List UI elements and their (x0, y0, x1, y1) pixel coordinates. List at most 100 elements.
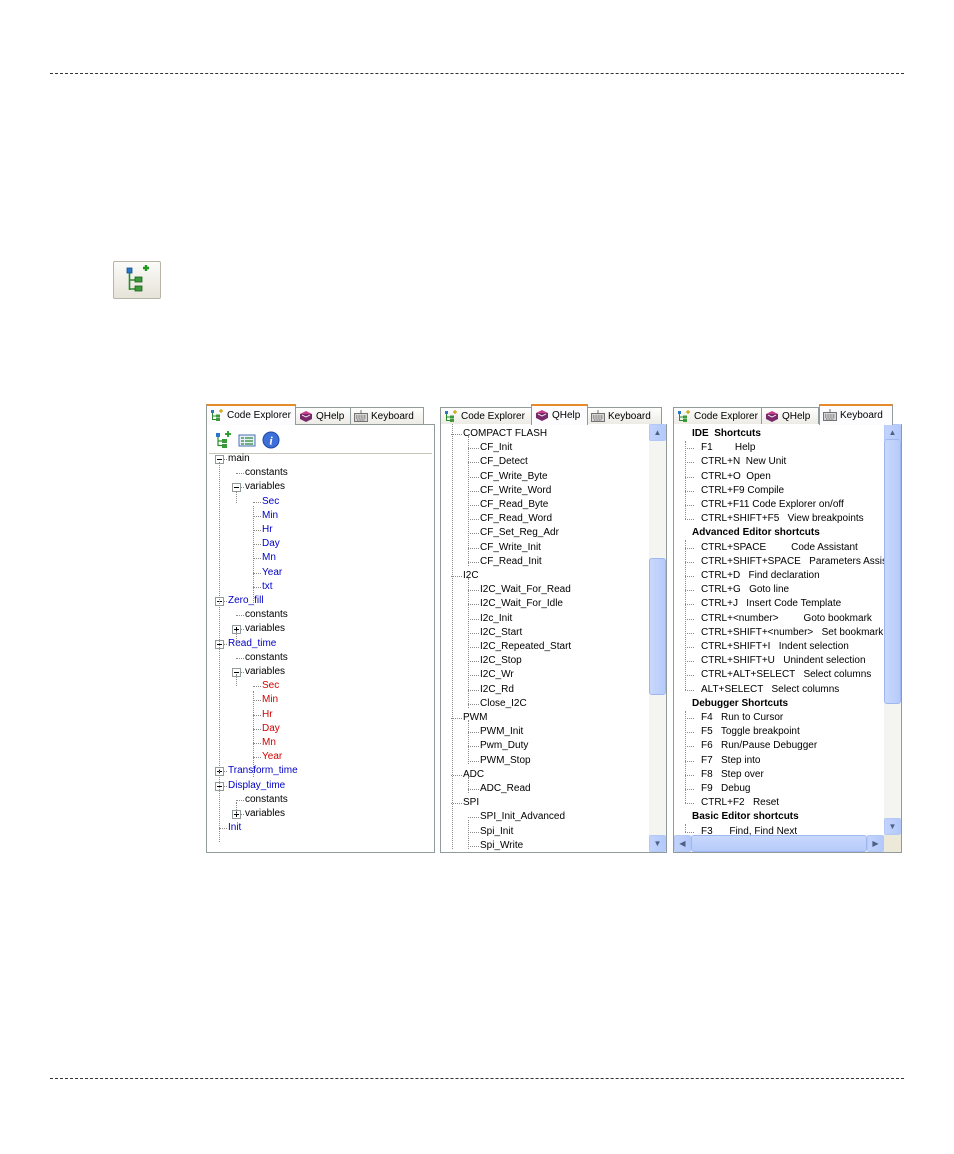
tree-item[interactable]: CF_Init (480, 441, 512, 455)
tree-item[interactable]: CTRL+SHIFT+SPACE Parameters Assistant (701, 555, 901, 569)
tree-item[interactable]: CF_Set_Reg_Adr (480, 526, 559, 540)
tree-node[interactable]: Zero_fill (228, 594, 264, 608)
code-explorer-tool-button[interactable] (113, 261, 161, 299)
tree-item[interactable]: Pwm_Duty (480, 739, 528, 753)
tree-item[interactable]: Year (262, 566, 282, 580)
tree-item[interactable]: CTRL+SHIFT+F5 View breakpoints (701, 512, 864, 526)
tree-item[interactable]: CTRL+F11 Code Explorer on/off (701, 498, 844, 512)
tree-item[interactable]: F9 Debug (701, 782, 750, 796)
collapse-tree-button[interactable] (236, 429, 258, 451)
tree-item[interactable]: I2C_Repeated_Start (480, 640, 571, 654)
tree-item[interactable]: constants (245, 608, 288, 622)
tree-item[interactable]: F7 Step into (701, 754, 760, 768)
tree-item[interactable]: CF_Read_Byte (480, 498, 548, 512)
scroll-thumb[interactable] (649, 558, 666, 695)
tree-item[interactable]: constants (245, 793, 288, 807)
tree-item[interactable]: Day (262, 722, 280, 736)
tree-node[interactable]: Display_time (228, 779, 285, 793)
help-button[interactable]: i (260, 429, 282, 451)
scroll-left-button[interactable]: ◀ (674, 835, 691, 852)
tree-item[interactable]: Close_I2C (480, 697, 527, 711)
tree-item[interactable]: txt (262, 580, 273, 594)
tree-item[interactable]: I2C_Wait_For_Read (480, 583, 571, 597)
tree-item[interactable]: CTRL+SPACE Code Assistant (701, 541, 858, 555)
tree-item[interactable]: CF_Write_Byte (480, 470, 548, 484)
tree-item[interactable]: F5 Toggle breakpoint (701, 725, 800, 739)
tree-item[interactable]: I2c_Init (480, 612, 512, 626)
tree-item[interactable]: Min (262, 509, 278, 523)
tree-item[interactable]: CTRL+J Insert Code Template (701, 597, 841, 611)
tree-node[interactable]: SPI (463, 796, 479, 810)
scroll-up-button[interactable]: ▲ (649, 424, 666, 441)
tab-code-explorer[interactable]: Code Explorer (440, 407, 532, 424)
tree-item[interactable]: I2C_Rd (480, 683, 514, 697)
scroll-down-button[interactable]: ▼ (649, 835, 666, 852)
scroll-thumb[interactable] (691, 835, 867, 852)
tree-node[interactable]: Transform_time (228, 764, 298, 778)
tree-item[interactable]: CTRL+F2 Reset (701, 796, 779, 810)
tab-qhelp[interactable]: QHelp (531, 404, 588, 425)
tree-node[interactable]: COMPACT FLASH (463, 427, 547, 441)
tree-item[interactable]: ALT+SELECT Select columns (701, 683, 839, 697)
tree-item[interactable]: CTRL+SHIFT+<number> Set bookmark (701, 626, 883, 640)
tree-item[interactable]: CTRL+SHIFT+U Unindent selection (701, 654, 866, 668)
tree-item[interactable]: CTRL+SHIFT+I Indent selection (701, 640, 849, 654)
scroll-down-button[interactable]: ▼ (884, 818, 901, 835)
tree-item[interactable]: variables (245, 665, 285, 679)
tree-node[interactable]: ADC (463, 768, 484, 782)
tree-node[interactable]: Debugger Shortcuts (692, 697, 788, 711)
add-tree-button[interactable] (212, 429, 234, 451)
scroll-thumb[interactable] (884, 439, 901, 704)
tree-item[interactable]: variables (245, 807, 285, 821)
tree-item[interactable]: SPI_Init_Advanced (480, 810, 565, 824)
tree-node[interactable]: PWM (463, 711, 487, 725)
tab-code-explorer[interactable]: Code Explorer (673, 407, 762, 424)
tree-node[interactable]: Basic Editor shortcuts (692, 810, 799, 824)
tree-item[interactable]: I2C_Wait_For_Idle (480, 597, 563, 611)
tree-item[interactable]: CF_Read_Word (480, 512, 552, 526)
scroll-right-button[interactable]: ▶ (867, 835, 884, 852)
tree-node[interactable]: Init (228, 821, 241, 835)
tree-item[interactable]: Spi_Init (480, 825, 513, 839)
tree-item[interactable]: F1 Help (701, 441, 755, 455)
tree-item[interactable]: F6 Run/Pause Debugger (701, 739, 817, 753)
tree-item[interactable]: CTRL+F9 Compile (701, 484, 784, 498)
tree-item[interactable]: PWM_Init (480, 725, 523, 739)
tab-keyboard[interactable]: Keyboard (587, 407, 662, 424)
tree-item[interactable]: Mn (262, 736, 276, 750)
tree-item[interactable]: F4 Run to Cursor (701, 711, 783, 725)
tree-item[interactable]: Year (262, 750, 282, 764)
tree-node[interactable]: Advanced Editor shortcuts (692, 526, 820, 540)
tab-code-explorer[interactable]: Code Explorer (206, 404, 296, 425)
tree-item[interactable]: CTRL+O Open (701, 470, 771, 484)
tree-item[interactable]: ADC_Read (480, 782, 531, 796)
tree-item[interactable]: variables (245, 480, 285, 494)
tab-keyboard[interactable]: Keyboard (350, 407, 424, 424)
tree-item[interactable]: I2C_Wr (480, 668, 514, 682)
tree-item[interactable]: Sec (262, 495, 279, 509)
tree-item[interactable]: CF_Write_Init (480, 541, 541, 555)
tree-item[interactable]: CTRL+D Find declaration (701, 569, 820, 583)
tree-item[interactable]: CF_Write_Word (480, 484, 551, 498)
tree-item[interactable]: Mn (262, 551, 276, 565)
horizontal-scrollbar[interactable]: ◀ ▶ (674, 835, 884, 852)
tree-item[interactable]: Hr (262, 708, 273, 722)
tree-item[interactable]: CTRL+G Goto line (701, 583, 789, 597)
tree-item[interactable]: variables (245, 622, 285, 636)
tree-item[interactable]: CTRL+N New Unit (701, 455, 786, 469)
tree-item[interactable]: CTRL+<number> Goto bookmark (701, 612, 872, 626)
tree-item[interactable]: Min (262, 693, 278, 707)
tab-qhelp[interactable]: QHelp (295, 407, 351, 424)
tree-node[interactable]: main (228, 452, 250, 466)
tree-node[interactable]: I2C (463, 569, 479, 583)
tree-item[interactable]: I2C_Start (480, 626, 522, 640)
tree-item[interactable]: Spi_Write (480, 839, 523, 852)
tree-item[interactable]: CF_Detect (480, 455, 528, 469)
tree-item[interactable]: Sec (262, 679, 279, 693)
tree-item[interactable]: CTRL+ALT+SELECT Select columns (701, 668, 871, 682)
tree-item[interactable]: constants (245, 466, 288, 480)
tree-item[interactable]: F8 Step over (701, 768, 764, 782)
tab-keyboard[interactable]: Keyboard (819, 404, 893, 425)
vertical-scrollbar[interactable]: ▲ ▼ (649, 424, 666, 852)
tree-item[interactable]: constants (245, 651, 288, 665)
